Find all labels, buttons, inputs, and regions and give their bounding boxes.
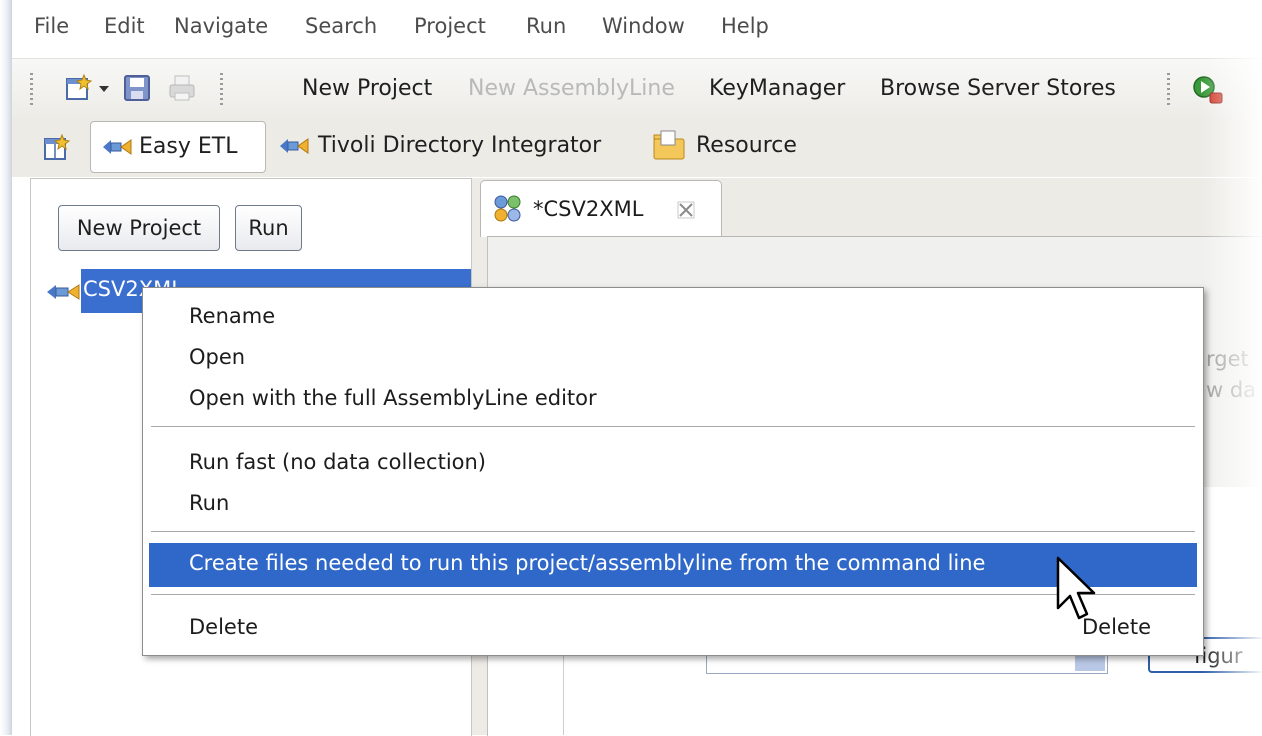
run-server-icon[interactable] — [1192, 73, 1226, 107]
menu-file[interactable]: File — [34, 14, 69, 38]
new-wizard-icon[interactable] — [64, 73, 94, 103]
editor-tab-csv2xml[interactable]: *CSV2XML — [480, 180, 722, 237]
editor-tab-label: *CSV2XML — [533, 197, 644, 221]
menu-help[interactable]: Help — [721, 14, 769, 38]
editor-peek-text: rget — [1206, 347, 1249, 371]
perspective-tdi[interactable]: Tivoli Directory Integrator — [274, 121, 634, 171]
menu-item-create-files-label: Create files needed to run this project/… — [189, 551, 986, 575]
dropdown-arrow-icon[interactable] — [98, 85, 110, 93]
perspective-easy-etl-label: Easy ETL — [139, 134, 238, 159]
toolbar-grip[interactable] — [30, 73, 33, 107]
menu-project[interactable]: Project — [414, 14, 486, 38]
run-button[interactable]: Run — [235, 205, 302, 251]
new-assemblyline-toolbar-button[interactable]: New AssemblyLine — [468, 76, 675, 101]
menu-separator — [151, 426, 1195, 427]
perspective-resource-label: Resource — [696, 133, 797, 158]
perspective-easy-etl[interactable]: Easy ETL — [90, 121, 266, 173]
menu-separator — [151, 594, 1195, 595]
print-icon[interactable] — [167, 73, 197, 103]
perspective-tdi-label: Tivoli Directory Integrator — [318, 133, 602, 158]
folder-icon — [653, 130, 685, 160]
editor-peek-text: w da — [1206, 378, 1257, 402]
menu-item-rename[interactable]: Rename — [189, 304, 275, 328]
assemblyline-file-icon — [494, 195, 521, 222]
menu-item-run-fast[interactable]: Run fast (no data collection) — [189, 450, 486, 474]
assemblyline-icon — [280, 138, 309, 154]
new-project-button[interactable]: New Project — [58, 205, 220, 251]
menu-edit[interactable]: Edit — [104, 14, 145, 38]
mouse-pointer-icon — [1056, 556, 1096, 620]
window-left-edge — [0, 0, 12, 735]
menu-item-delete[interactable]: Delete — [189, 615, 258, 639]
perspective-resource[interactable]: Resource — [652, 121, 822, 171]
open-perspective-icon[interactable] — [42, 133, 72, 163]
new-project-toolbar-button[interactable]: New Project — [302, 76, 432, 101]
assemblyline-icon — [103, 139, 132, 155]
keymanager-toolbar-button[interactable]: KeyManager — [709, 76, 845, 101]
menu-run[interactable]: Run — [526, 14, 566, 38]
menu-bar: File Edit Navigate Search Project Run Wi… — [12, 0, 1262, 56]
toolbar-grip[interactable] — [220, 73, 223, 107]
menu-navigate[interactable]: Navigate — [174, 14, 268, 38]
menu-search[interactable]: Search — [305, 14, 377, 38]
context-menu: Rename Open Open with the full AssemblyL… — [142, 287, 1204, 656]
menu-item-open-full-editor[interactable]: Open with the full AssemblyLine editor — [189, 386, 597, 410]
menu-separator — [151, 531, 1195, 532]
menu-item-run[interactable]: Run — [189, 491, 229, 515]
perspective-bar: Easy ETL Tivoli Directory Integrator Res… — [12, 121, 1262, 177]
close-icon[interactable] — [677, 201, 695, 219]
save-icon[interactable] — [122, 73, 152, 103]
toolbar-grip[interactable] — [1167, 73, 1170, 107]
browse-server-stores-toolbar-button[interactable]: Browse Server Stores — [880, 76, 1116, 101]
menu-item-open[interactable]: Open — [189, 345, 245, 369]
assemblyline-icon — [47, 284, 80, 300]
menu-window[interactable]: Window — [602, 14, 685, 38]
main-toolbar: New Project New AssemblyLine KeyManager … — [12, 58, 1262, 121]
